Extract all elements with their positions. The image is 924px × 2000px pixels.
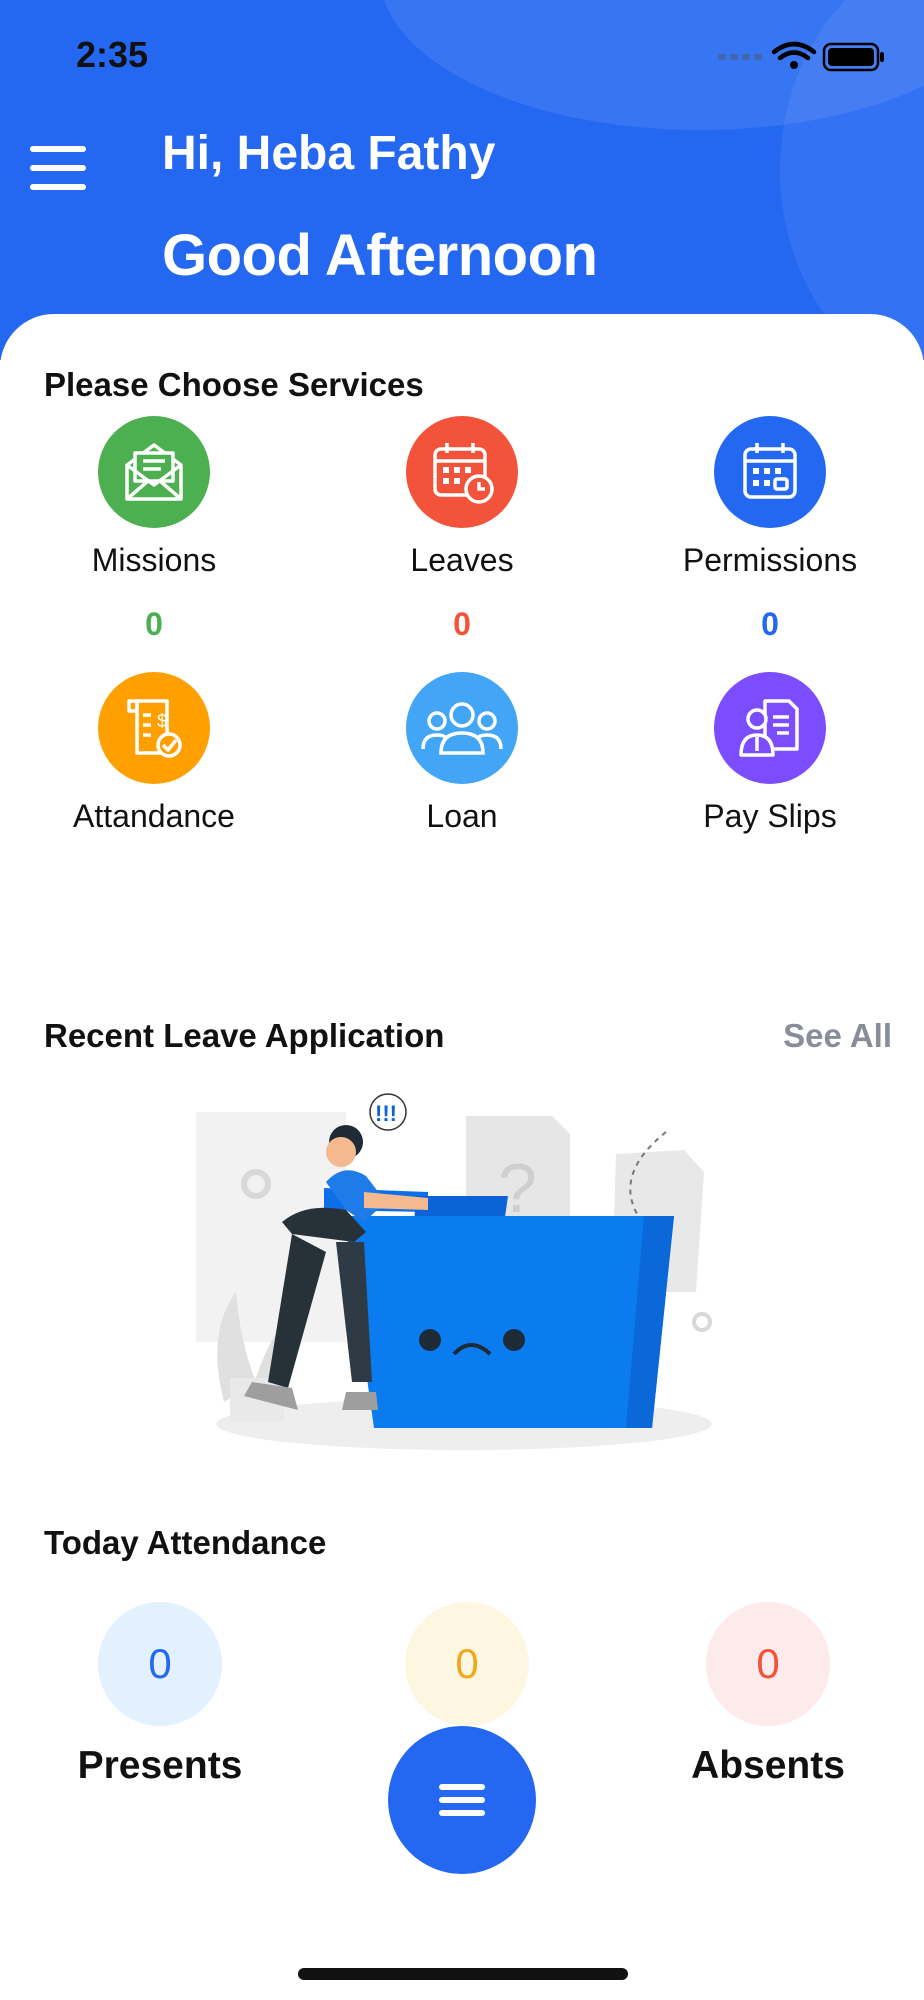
service-attandance[interactable]: $ Attandance (24, 672, 284, 835)
service-pay-slips[interactable]: Pay Slips (640, 672, 900, 835)
empty-folder-illustration: ? !!! (196, 1093, 712, 1450)
signal-icon (718, 54, 762, 60)
svg-text:$: $ (157, 711, 167, 731)
permissions-count: 0 (761, 606, 779, 642)
late-stat: 0 (347, 1602, 587, 1744)
envelope-icon (98, 416, 210, 528)
service-missions[interactable]: Missions (24, 416, 284, 579)
service-permissions[interactable]: Permissions (640, 416, 900, 579)
service-label: Attandance (73, 798, 235, 834)
recent-leave-title: Recent Leave Application (44, 1017, 445, 1054)
absents-stat: 0 Absents (648, 1602, 888, 1788)
missions-count: 0 (145, 606, 163, 642)
service-label: Leaves (410, 542, 514, 578)
svg-text:!!!: !!! (375, 1101, 397, 1126)
service-loan[interactable]: Loan (332, 672, 592, 835)
invoice-check-icon: $ (98, 672, 210, 784)
service-label: Pay Slips (703, 798, 837, 834)
service-label: Missions (91, 542, 217, 578)
greeting-text: Hi, Heba Fathy (162, 127, 496, 180)
calendar-icon (714, 416, 826, 528)
menu-button[interactable] (30, 146, 90, 190)
status-icons (718, 41, 884, 72)
status-time: 2:35 (76, 34, 149, 75)
service-label: Permissions (682, 542, 858, 578)
home-indicator[interactable] (298, 1968, 628, 1980)
floating-menu-button[interactable] (388, 1726, 536, 1874)
services-title: Please Choose Services (44, 366, 424, 403)
service-label: Loan (426, 798, 498, 834)
users-icon (406, 672, 518, 784)
employee-document-icon (714, 672, 826, 784)
menu-icon (30, 146, 86, 152)
header: 2:35 Hi, Heba Fathy Good Afternoon (0, 0, 924, 360)
absents-label: Absents (691, 1744, 845, 1787)
late-count: 0 (405, 1602, 529, 1726)
presents-label: Presents (77, 1744, 243, 1787)
wifi-icon (771, 41, 817, 61)
calendar-clock-icon (406, 416, 518, 528)
presents-stat: 0 Presents (40, 1602, 280, 1788)
salutation-text: Good Afternoon (162, 223, 598, 288)
see-all-link[interactable]: See All (783, 1017, 892, 1055)
service-leaves[interactable]: Leaves (332, 416, 592, 579)
presents-count: 0 (98, 1602, 222, 1726)
menu-icon (439, 1784, 485, 1790)
battery-icon (822, 42, 884, 72)
leaves-count: 0 (453, 606, 471, 642)
absents-count: 0 (706, 1602, 830, 1726)
today-attendance-title: Today Attendance (44, 1524, 327, 1561)
